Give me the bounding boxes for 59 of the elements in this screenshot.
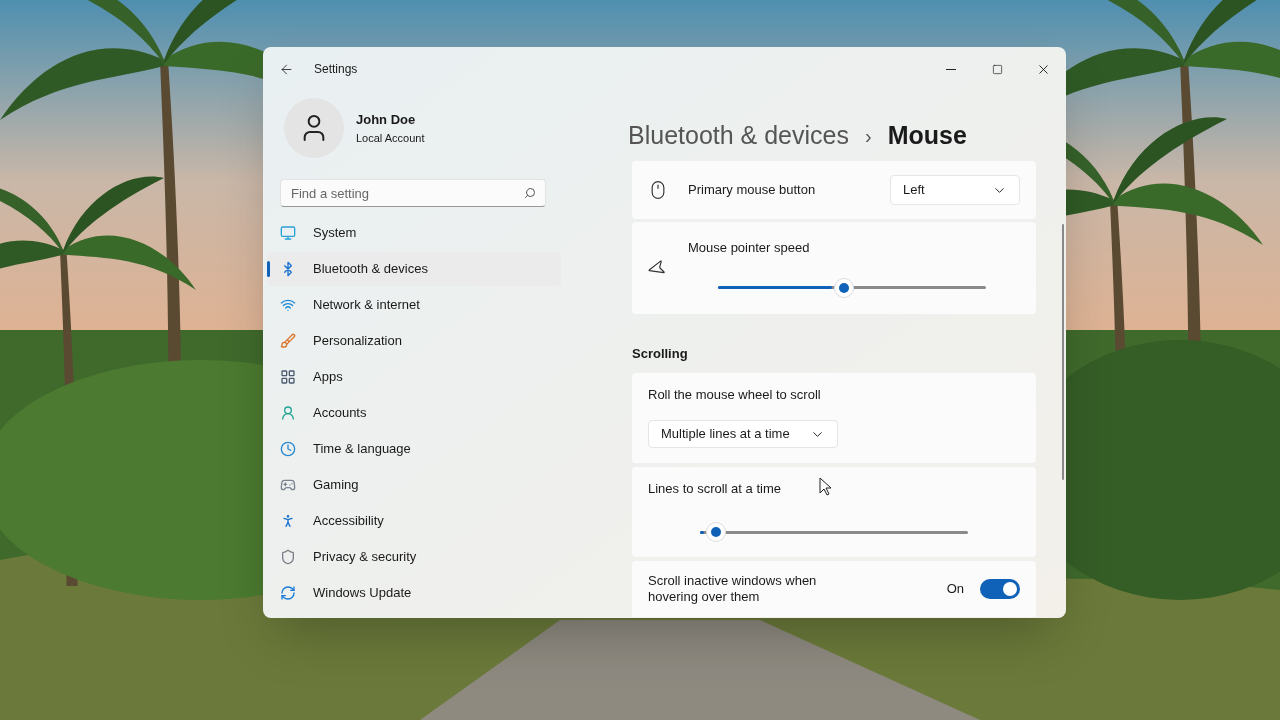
sidebar-item[interactable]: Network & internet <box>267 288 561 322</box>
breadcrumb-separator: › <box>865 124 872 149</box>
slider-thumb[interactable] <box>706 522 727 542</box>
sidebar-label: Gaming <box>313 476 359 495</box>
sidebar-label: Accessibility <box>313 512 384 531</box>
monitor-icon <box>280 225 296 241</box>
slider[interactable] <box>700 522 968 542</box>
sidebar-label: Personalization <box>313 332 402 351</box>
accessibility-icon <box>280 513 296 529</box>
person-icon <box>280 405 296 421</box>
sidebar-label: Time & language <box>313 440 411 459</box>
sidebar-label: Accounts <box>313 404 367 423</box>
account-name: John Doe <box>356 111 417 129</box>
sidebar-label: Windows Update <box>313 584 412 603</box>
maximize-icon <box>991 63 1003 75</box>
gamepad-icon <box>280 477 296 493</box>
sidebar-item[interactable]: Bluetooth & devices <box>267 252 561 286</box>
sidebar-label: Privacy & security <box>313 548 417 567</box>
page-title: Mouse <box>887 120 967 152</box>
sidebar-item[interactable]: Gaming <box>267 468 561 502</box>
sidebar-label: Apps <box>313 368 343 387</box>
breadcrumb-parent[interactable]: Bluetooth & devices <box>628 117 849 155</box>
setting-label: Roll the mouse wheel to scroll <box>648 385 822 404</box>
sidebar-item[interactable]: Apps <box>267 360 561 394</box>
dropdown[interactable]: Left <box>890 175 1020 205</box>
scrollbar[interactable] <box>1062 224 1064 480</box>
wifi-icon <box>280 297 296 313</box>
sidebar-item[interactable]: Personalization <box>267 324 561 358</box>
window-title: Settings <box>314 61 358 78</box>
setting-label: Primary mouse button <box>688 181 816 200</box>
sidebar-label: Bluetooth & devices <box>313 260 428 279</box>
brush-icon <box>280 333 296 349</box>
section-heading: Scrolling <box>632 345 689 363</box>
search-field[interactable]: Find a setting <box>280 179 546 207</box>
sidebar-item[interactable]: Accessibility <box>267 504 561 538</box>
sidebar-label: System <box>313 224 357 243</box>
toggle-switch[interactable] <box>980 578 1020 599</box>
clock-icon <box>280 441 296 457</box>
search-icon <box>524 187 536 199</box>
sidebar-item[interactable]: System <box>267 216 561 250</box>
sidebar-item[interactable]: Time & language <box>267 432 561 466</box>
refresh-icon <box>280 585 296 601</box>
sidebar-item[interactable]: Accounts <box>267 396 561 430</box>
sidebar-label: Network & internet <box>313 296 420 315</box>
setting-label: Scroll inactive windows when hovering over them <box>648 572 818 605</box>
cursor-icon <box>819 477 832 496</box>
setting-label: Lines to scroll at a time <box>648 479 781 498</box>
toggle-state: On <box>946 579 964 598</box>
shield-icon <box>280 549 296 565</box>
back-icon[interactable] <box>279 61 294 77</box>
apps-grid-icon <box>280 369 296 385</box>
dropdown[interactable]: Multiple lines at a time <box>648 420 838 448</box>
setting-label: Mouse pointer speed <box>688 239 811 258</box>
slider[interactable] <box>718 277 986 298</box>
minimize-icon <box>946 68 956 70</box>
slider-thumb[interactable] <box>833 277 854 298</box>
account-type: Local Account <box>356 130 425 146</box>
sidebar-item[interactable]: Windows Update <box>267 576 561 610</box>
sidebar-item[interactable]: Privacy & security <box>267 540 561 574</box>
